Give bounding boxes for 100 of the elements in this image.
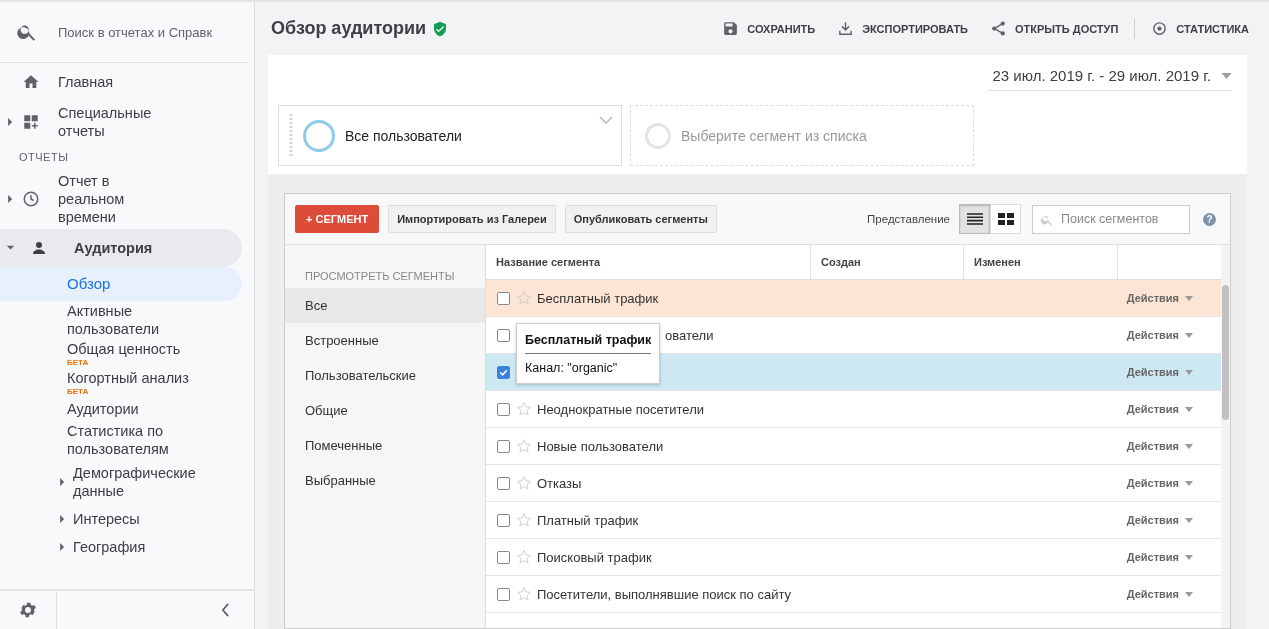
view-label: Представление — [867, 213, 950, 225]
tooltip-title: Бесплатный трафик — [525, 333, 652, 354]
insights-icon — [1151, 20, 1169, 37]
segment-row[interactable]: Бесплатный трафик Действия — [486, 280, 1221, 317]
dropdown-caret-icon — [1185, 369, 1193, 375]
list-view-button[interactable] — [959, 204, 990, 234]
segment-name[interactable]: Новые пользователи — [537, 438, 664, 454]
segment-search-field[interactable]: Поиск сегментов — [1032, 204, 1190, 234]
column-header: Создан — [811, 245, 964, 279]
segment-row[interactable]: Платный трафик Действия — [486, 502, 1221, 539]
list-icon — [966, 213, 983, 225]
actions-dropdown[interactable]: Действия — [1126, 514, 1193, 526]
actions-dropdown[interactable]: Действия — [1126, 588, 1193, 600]
drag-handle-icon[interactable] — [289, 113, 293, 158]
segment-row[interactable]: Отказы Действия — [486, 465, 1221, 502]
actions-dropdown[interactable]: Действия — [1126, 366, 1193, 378]
nav-item[interactable]: Отчет в реальном времени — [0, 169, 242, 229]
checkbox[interactable] — [497, 291, 510, 305]
nav-subitem[interactable]: Аудитории — [0, 397, 242, 421]
actions-dropdown[interactable]: Действия — [1126, 292, 1193, 304]
nav-subitem[interactable]: Демографические данные — [0, 459, 242, 505]
segment-name[interactable]: Отказы — [537, 475, 582, 491]
chevron-down-icon[interactable] — [599, 116, 613, 124]
collapse-chevron-icon[interactable] — [221, 603, 230, 617]
category-item[interactable]: Все — [285, 288, 485, 323]
toolbar-button[interactable]: ОТКРЫТЬ ДОСТУП — [990, 20, 1119, 37]
nav-item[interactable]: Специальные отчеты — [0, 101, 242, 143]
category-item[interactable]: Выбранные — [285, 463, 485, 498]
segment-name[interactable]: Платный трафик — [537, 512, 639, 528]
star-icon[interactable] — [516, 549, 532, 565]
segment-name[interactable]: Посетители, выполнявшие поиск по сайту — [537, 586, 792, 602]
toolbar-button[interactable]: ЭКСПОРТИРОВАТЬ — [837, 20, 968, 37]
search-field[interactable]: Поиск в отчетах и Справк — [58, 24, 226, 40]
date-range-dropdown[interactable]: 23 июл. 2019 г. - 29 июл. 2019 г. — [988, 63, 1232, 91]
nav-subitem[interactable]: Обзор — [0, 267, 242, 301]
segment-ring-icon — [645, 122, 671, 149]
segment-label: Выберите сегмент из списка — [681, 127, 867, 144]
nav-subitem[interactable]: Статистика по пользователям — [0, 421, 242, 459]
dropdown-caret-icon — [1185, 443, 1193, 449]
checkbox[interactable] — [497, 550, 510, 564]
categories-heading: ПРОСМОТРЕТЬ СЕГМЕНТЫ — [304, 270, 456, 284]
segment-name[interactable]: ователи — [665, 327, 714, 343]
grid-view-button[interactable] — [990, 204, 1021, 234]
dropdown-caret-icon — [1221, 72, 1232, 79]
nav-subitem[interactable]: Когортный анализ БЕТА — [0, 368, 242, 397]
star-icon[interactable] — [516, 512, 532, 528]
checkbox[interactable] — [497, 513, 510, 527]
dropdown-caret-icon — [1185, 554, 1193, 560]
tooltip-text: Канал: "organic" — [525, 360, 619, 375]
star-icon[interactable] — [516, 401, 532, 417]
star-icon[interactable] — [516, 438, 532, 454]
nav-item[interactable]: Главная — [0, 63, 242, 101]
toolbar-button[interactable]: СОХРАНИТЬ — [722, 20, 816, 37]
toolbar-button[interactable]: Импортировать из Галереи — [388, 205, 556, 233]
actions-dropdown[interactable]: Действия — [1126, 551, 1193, 563]
dropdown-caret-icon — [1185, 332, 1193, 338]
checkbox[interactable] — [497, 587, 510, 601]
segment-row[interactable]: Новые пользователи Действия — [486, 428, 1221, 465]
actions-dropdown[interactable]: Действия — [1126, 440, 1193, 452]
category-item[interactable]: Пользовательские — [285, 358, 485, 393]
nav-subitem[interactable]: Активные пользователи — [0, 301, 242, 339]
segment-name[interactable]: Бесплатный трафик — [537, 290, 659, 306]
nav-subitem[interactable]: Общая ценность БЕТА — [0, 339, 242, 368]
dropdown-caret-icon — [1185, 295, 1193, 301]
checkbox[interactable] — [497, 365, 510, 379]
segment-card[interactable]: Все пользователи — [278, 105, 622, 166]
grid-icon — [997, 213, 1014, 225]
actions-dropdown[interactable]: Действия — [1126, 403, 1193, 415]
segment-ring-icon — [303, 119, 335, 152]
category-item[interactable]: Общие — [285, 393, 485, 428]
toolbar-button[interactable]: Опубликовать сегменты — [564, 205, 717, 233]
download-icon — [837, 20, 855, 37]
column-header: Название сегмента — [486, 245, 811, 279]
segment-row[interactable]: Поисковый трафик Действия — [486, 539, 1221, 576]
star-icon[interactable] — [516, 290, 532, 306]
checkbox[interactable] — [497, 476, 510, 490]
beta-label: БЕТА — [67, 387, 90, 396]
actions-dropdown[interactable]: Действия — [1126, 329, 1193, 341]
star-icon[interactable] — [516, 586, 532, 602]
checkbox[interactable] — [497, 439, 510, 453]
share-icon — [990, 20, 1007, 37]
settings-icon[interactable] — [18, 600, 38, 620]
nav-item[interactable]: Аудитория — [0, 229, 242, 267]
segment-row[interactable]: Неоднократные посетители Действия — [486, 391, 1221, 428]
scrollbar[interactable] — [1221, 245, 1230, 628]
star-icon[interactable] — [516, 475, 532, 491]
nav-subitem[interactable]: География — [0, 533, 242, 561]
actions-dropdown[interactable]: Действия — [1126, 477, 1193, 489]
beta-label: БЕТА — [67, 358, 90, 367]
toolbar-button[interactable]: СТАТИСТИКА — [1151, 20, 1249, 37]
checkbox[interactable] — [497, 402, 510, 416]
segment-row[interactable]: Посетители, выполнявшие поиск по сайту Действия — [486, 576, 1221, 613]
segment-name[interactable]: Поисковый трафик — [537, 549, 652, 565]
category-item[interactable]: Встроенные — [285, 323, 485, 358]
new-segment-button[interactable]: + СЕГМЕНТ — [295, 205, 380, 233]
category-item[interactable]: Помеченные — [285, 428, 485, 463]
dashboard-icon — [22, 113, 40, 131]
segment-name[interactable]: Неоднократные посетители — [537, 401, 704, 417]
checkbox[interactable] — [497, 328, 510, 342]
nav-subitem[interactable]: Интересы — [0, 505, 242, 533]
